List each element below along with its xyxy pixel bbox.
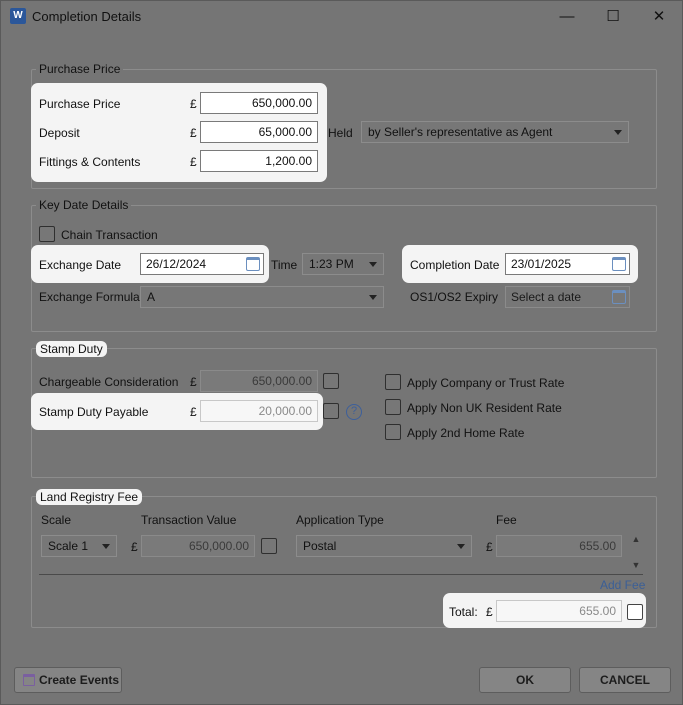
fittings-input[interactable]: 1,200.00 xyxy=(200,150,318,172)
chargeable-input[interactable]: 650,000.00 xyxy=(200,370,318,392)
total-input[interactable]: 655.00 xyxy=(496,600,622,622)
time-label: Time xyxy=(271,258,298,272)
purchase-price-legend: Purchase Price xyxy=(36,62,124,76)
os-expiry-input[interactable]: Select a date xyxy=(505,286,630,308)
calendar-icon xyxy=(23,674,35,686)
chain-transaction-label: Chain Transaction xyxy=(61,228,158,242)
calendar-icon[interactable] xyxy=(612,257,626,271)
minimize-button[interactable]: — xyxy=(544,1,590,32)
held-label: Held xyxy=(328,126,353,140)
title-bar: W Completion Details — ☐ ✕ xyxy=(1,1,682,32)
completion-date-label: Completion Date xyxy=(410,258,500,272)
non-uk-rate-label: Apply Non UK Resident Rate xyxy=(407,401,562,415)
fee-list-divider xyxy=(39,574,643,575)
completion-details-window: W Completion Details — ☐ ✕ Purchase Pric… xyxy=(0,0,683,705)
second-home-rate-checkbox[interactable] xyxy=(385,424,401,440)
held-select[interactable]: by Seller's representative as Agent xyxy=(361,121,629,143)
application-type-value: Postal xyxy=(303,539,337,553)
currency-symbol: £ xyxy=(190,375,197,389)
total-label: Total: xyxy=(449,605,478,619)
second-home-rate-label: Apply 2nd Home Rate xyxy=(407,426,525,440)
scale-value: Scale 1 xyxy=(48,539,89,553)
scroll-up-icon[interactable]: ▲ xyxy=(631,534,641,544)
currency-symbol: £ xyxy=(131,540,138,554)
time-value: 1:23 PM xyxy=(309,257,354,271)
application-type-select[interactable]: Postal xyxy=(296,535,472,557)
os-expiry-label: OS1/OS2 Expiry xyxy=(410,290,499,304)
chain-transaction-checkbox[interactable] xyxy=(39,226,55,242)
exchange-formula-value: A xyxy=(147,290,156,304)
chevron-down-icon xyxy=(457,544,465,549)
chevron-down-icon xyxy=(614,130,622,135)
currency-symbol: £ xyxy=(486,540,493,554)
word-app-icon: W xyxy=(10,8,26,24)
create-events-button[interactable]: Create Events xyxy=(14,667,122,693)
exchange-date-value: 26/12/2024 xyxy=(146,257,207,271)
window-title: Completion Details xyxy=(32,9,142,24)
currency-symbol: £ xyxy=(190,405,197,419)
col-application-type-header: Application Type xyxy=(296,513,384,527)
scale-select[interactable]: Scale 1 xyxy=(41,535,117,557)
land-registry-legend: Land Registry Fee xyxy=(36,489,143,505)
purchase-price-input[interactable]: 650,000.00 xyxy=(200,92,318,114)
chargeable-label: Chargeable Consideration xyxy=(39,375,179,389)
exchange-formula-select[interactable]: A xyxy=(140,286,384,308)
exchange-formula-label: Exchange Formula xyxy=(39,290,140,304)
chevron-down-icon xyxy=(102,544,110,549)
calendar-icon[interactable] xyxy=(246,257,260,271)
deposit-label: Deposit xyxy=(39,126,80,140)
currency-symbol: £ xyxy=(190,126,197,140)
add-fee-link[interactable]: Add Fee xyxy=(600,578,645,592)
stamp-payable-input[interactable]: 20,000.00 xyxy=(200,400,318,422)
exchange-date-label: Exchange Date xyxy=(39,258,122,272)
scroll-down-icon[interactable]: ▼ xyxy=(631,560,641,570)
transaction-override-checkbox[interactable] xyxy=(261,538,277,554)
maximize-button[interactable]: ☐ xyxy=(590,1,636,32)
exchange-date-input[interactable]: 26/12/2024 xyxy=(140,253,264,275)
transaction-value-input[interactable]: 650,000.00 xyxy=(141,535,255,557)
purchase-price-label: Purchase Price xyxy=(39,97,121,111)
non-uk-rate-checkbox[interactable] xyxy=(385,399,401,415)
completion-date-input[interactable]: 23/01/2025 xyxy=(505,253,630,275)
currency-symbol: £ xyxy=(486,605,493,619)
close-button[interactable]: ✕ xyxy=(636,1,682,32)
ok-button[interactable]: OK xyxy=(479,667,571,693)
col-transaction-value-header: Transaction Value xyxy=(141,513,237,527)
chevron-down-icon xyxy=(369,262,377,267)
stamp-duty-legend: Stamp Duty xyxy=(36,341,107,357)
help-icon[interactable]: ? xyxy=(346,404,362,420)
fittings-label: Fittings & Contents xyxy=(39,155,141,169)
fee-input[interactable]: 655.00 xyxy=(496,535,622,557)
os-expiry-placeholder: Select a date xyxy=(511,290,582,304)
time-select[interactable]: 1:23 PM xyxy=(302,253,384,275)
held-select-value: by Seller's representative as Agent xyxy=(368,125,553,139)
company-rate-label: Apply Company or Trust Rate xyxy=(407,376,565,390)
currency-symbol: £ xyxy=(190,155,197,169)
cancel-button[interactable]: CANCEL xyxy=(579,667,671,693)
stamp-payable-override-checkbox[interactable] xyxy=(323,403,339,419)
stamp-payable-label: Stamp Duty Payable xyxy=(39,405,149,419)
company-rate-checkbox[interactable] xyxy=(385,374,401,390)
chevron-down-icon xyxy=(369,295,377,300)
currency-symbol: £ xyxy=(190,97,197,111)
deposit-input[interactable]: 65,000.00 xyxy=(200,121,318,143)
col-fee-header: Fee xyxy=(496,513,517,527)
chargeable-override-checkbox[interactable] xyxy=(323,373,339,389)
total-override-checkbox[interactable] xyxy=(627,604,643,620)
key-date-legend: Key Date Details xyxy=(36,198,132,212)
create-events-label: Create Events xyxy=(39,673,120,687)
completion-date-value: 23/01/2025 xyxy=(511,257,572,271)
calendar-icon[interactable] xyxy=(612,290,626,304)
col-scale-header: Scale xyxy=(41,513,72,527)
